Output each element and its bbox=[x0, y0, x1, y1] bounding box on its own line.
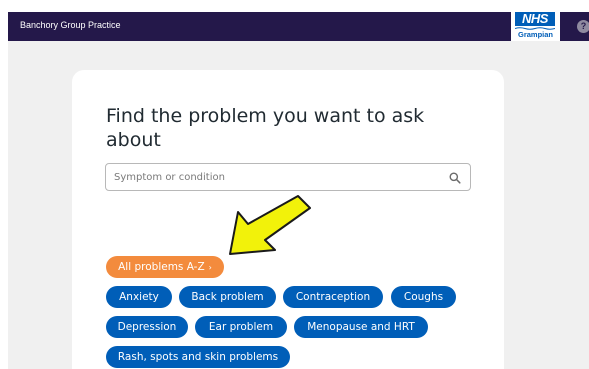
topic-button-menopause-and-hrt[interactable]: Menopause and HRT bbox=[294, 316, 428, 338]
search-input[interactable] bbox=[114, 169, 434, 185]
search-icon[interactable] bbox=[448, 171, 462, 185]
nhs-logo-text: NHS bbox=[515, 12, 555, 26]
nhs-logo-region: Grampian bbox=[517, 30, 553, 39]
topic-button-rash-spots-skin[interactable]: Rash, spots and skin problems bbox=[106, 346, 290, 368]
topic-button-contraception[interactable]: Contraception bbox=[283, 286, 383, 308]
topic-button-anxiety[interactable]: Anxiety bbox=[106, 286, 172, 308]
all-problems-label: All problems A-Z bbox=[118, 261, 205, 273]
topic-button-back-problem[interactable]: Back problem bbox=[179, 286, 276, 308]
app-frame: Banchory Group Practice NHS Grampian ? F… bbox=[8, 12, 589, 369]
page-title: Find the problem you want to ask about bbox=[106, 105, 425, 151]
all-problems-button[interactable]: All problems A-Z › bbox=[106, 256, 224, 278]
nhs-grampian-logo: NHS Grampian bbox=[511, 12, 560, 41]
chevron-right-icon: › bbox=[208, 263, 212, 272]
top-bar: Banchory Group Practice NHS Grampian ? bbox=[8, 12, 589, 41]
practice-name: Banchory Group Practice bbox=[20, 20, 121, 30]
topic-button-ear-problem[interactable]: Ear problem bbox=[195, 316, 287, 338]
topic-button-depression[interactable]: Depression bbox=[106, 316, 188, 338]
help-icon[interactable]: ? bbox=[577, 20, 589, 33]
topic-button-coughs[interactable]: Coughs bbox=[391, 286, 456, 308]
search-box[interactable] bbox=[105, 163, 471, 191]
problem-finder-card: Find the problem you want to ask about A… bbox=[72, 70, 504, 369]
